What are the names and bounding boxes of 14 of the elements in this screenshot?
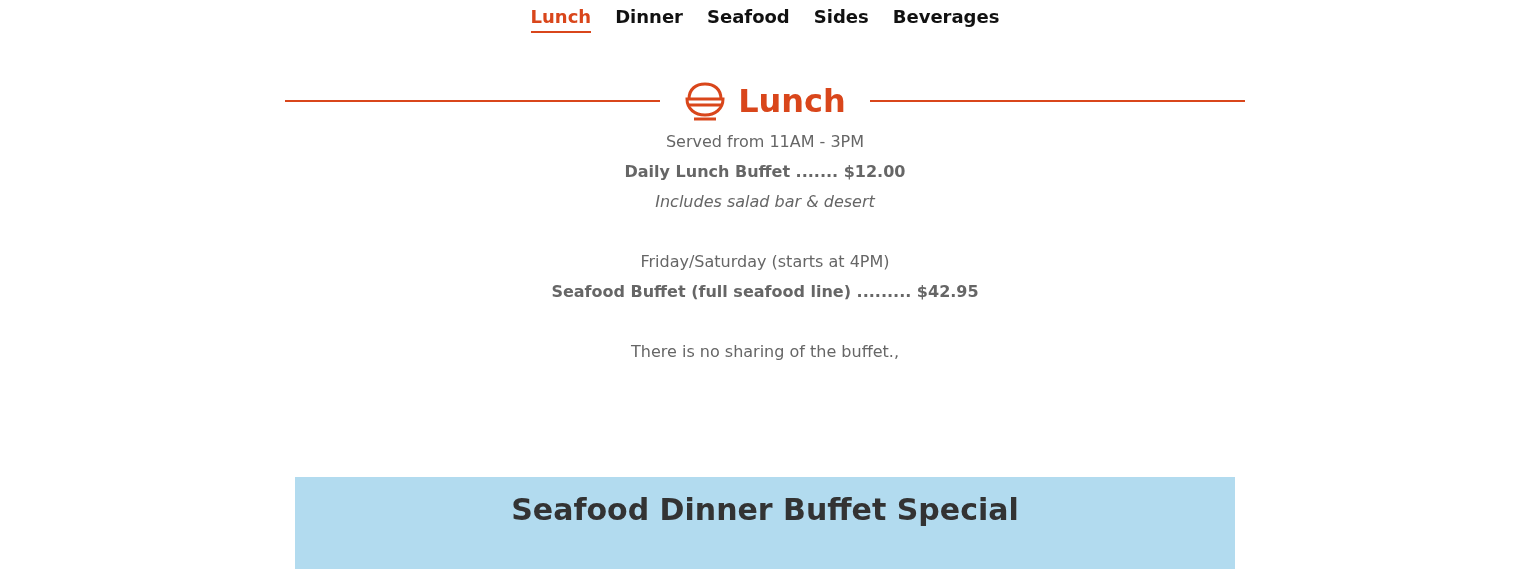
menu-text: There is no sharing of the buffet.,	[631, 341, 899, 363]
menu-tab[interactable]: Dinner	[615, 4, 683, 33]
menu-text: Seafood Buffet (full seafood line) ......... $42.95	[551, 281, 979, 303]
menu-text: Friday/Saturday (starts at 4PM)	[640, 251, 890, 273]
menu-text: Served from 11AM - 3PM	[665, 131, 865, 153]
section-title: Lunch	[738, 81, 846, 122]
menu-tab[interactable]: Seafood	[707, 4, 790, 33]
rice-bowl-icon	[684, 81, 727, 121]
menu-text: Includes salad bar & desert	[655, 191, 875, 213]
menu-text: Daily Lunch Buffet ....... $12.00	[624, 161, 906, 183]
banner-title: Seafood Dinner Buffet Special	[511, 491, 1019, 529]
menu-tab[interactable]: Beverages	[892, 4, 1000, 33]
menu-tab[interactable]: Lunch	[530, 4, 592, 33]
menu-tab[interactable]: Sides	[813, 4, 869, 33]
